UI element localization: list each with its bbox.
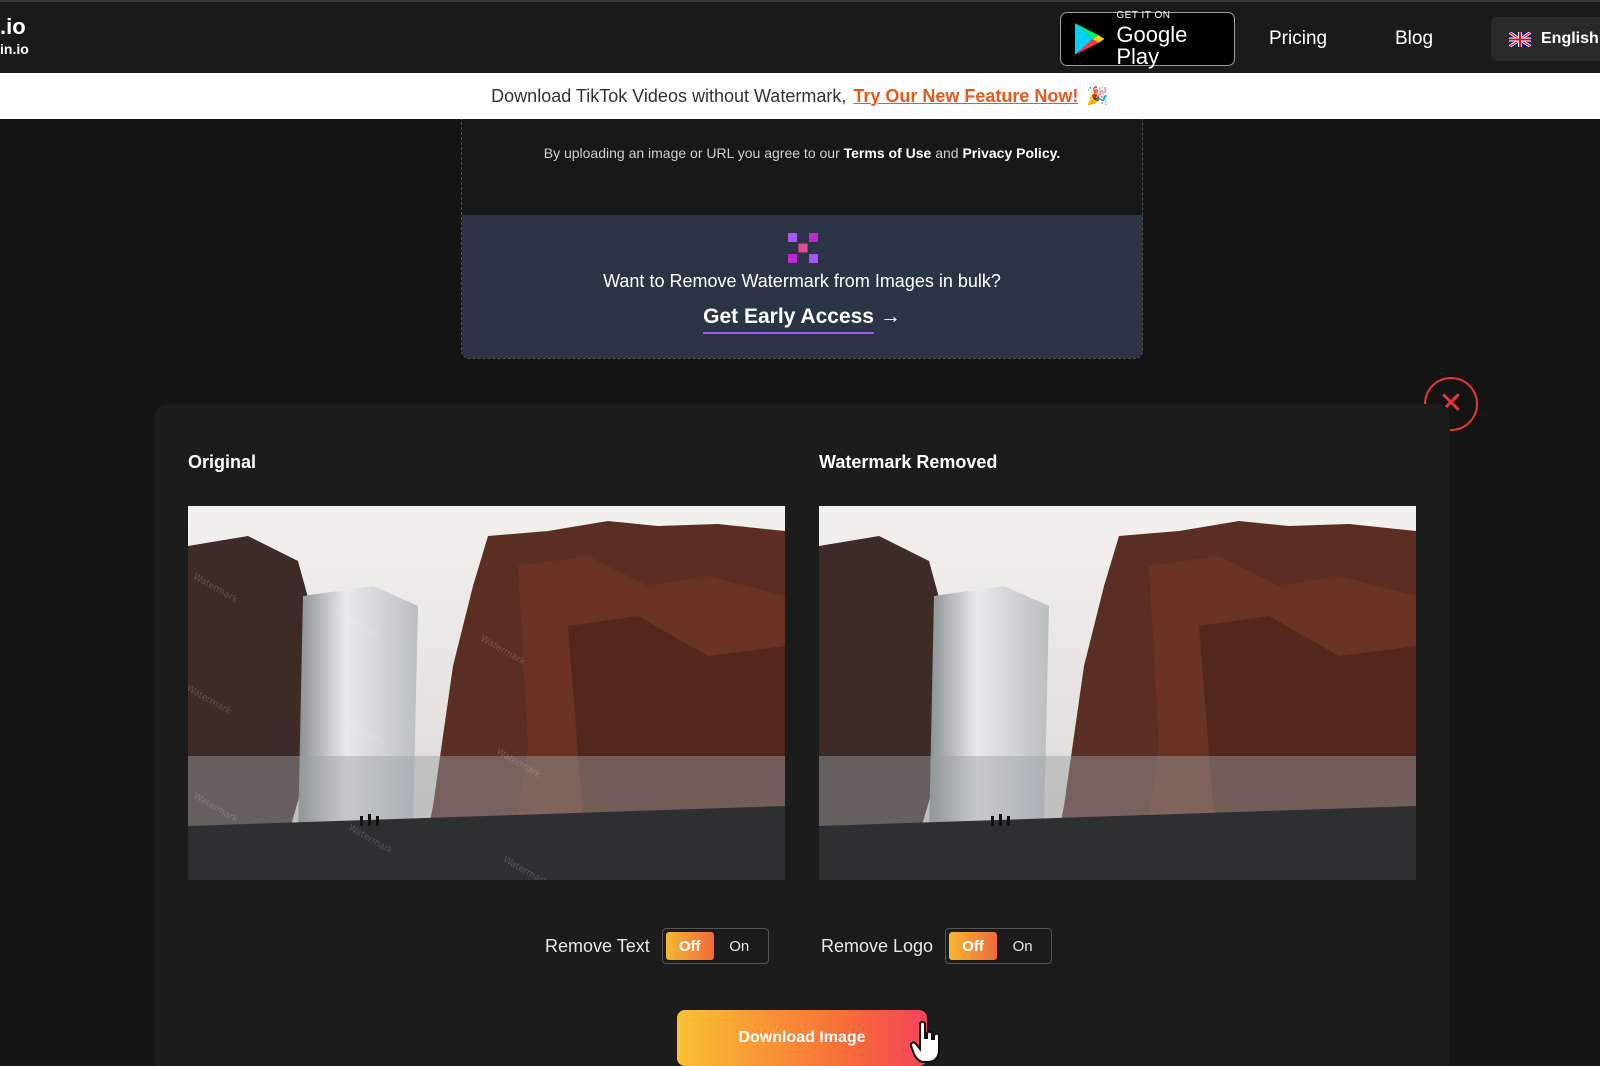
terms-of-use-link[interactable]: Terms of Use xyxy=(844,145,932,161)
logo-line-2: in.io xyxy=(0,41,29,57)
uk-flag-icon xyxy=(1509,31,1531,47)
banner-feature-link[interactable]: Try Our New Feature Now! xyxy=(853,86,1078,107)
logo-line-1: .io xyxy=(0,14,26,39)
remove-text-toggle[interactable]: Off On xyxy=(661,928,769,964)
announcement-banner: Download TikTok Videos without Watermark… xyxy=(0,73,1600,119)
terms-prefix: By uploading an image or URL you agree t… xyxy=(543,145,840,161)
top-navbar: .io in.io GET IT ON Google Play Pricing … xyxy=(0,0,1600,73)
bulk-question: Want to Remove Watermark from Images in … xyxy=(603,271,1001,291)
watermark-removed-image xyxy=(819,506,1416,880)
terms-notice: By uploading an image or URL you agree t… xyxy=(462,145,1142,161)
language-selector[interactable]: English xyxy=(1491,17,1600,61)
language-label: English xyxy=(1541,30,1599,47)
remove-logo-toggle[interactable]: Off On xyxy=(945,928,1053,964)
original-image: Watermark Watermark Watermark Watermark … xyxy=(188,506,785,880)
result-panel: Original Watermark Removed Watermark Wat… xyxy=(155,404,1450,1066)
download-image-button[interactable]: Download Image xyxy=(677,1010,927,1066)
nav-blog-link[interactable]: Blog xyxy=(1395,28,1433,50)
google-play-badge[interactable]: GET IT ON Google Play xyxy=(1060,9,1235,69)
original-title: Original xyxy=(188,452,257,472)
get-early-access-link[interactable]: Get Early Access → xyxy=(462,305,1142,334)
bulk-promo: Want to Remove Watermark from Images in … xyxy=(462,215,1142,358)
remove-text-toggle-row: Remove Text Off On xyxy=(545,928,769,964)
remove-logo-on[interactable]: On xyxy=(997,938,1048,955)
remove-text-label: Remove Text xyxy=(545,935,650,956)
nav-pricing-link[interactable]: Pricing xyxy=(1269,28,1327,50)
arrow-right-icon: → xyxy=(879,305,901,328)
remove-text-on[interactable]: On xyxy=(714,938,765,955)
gplay-big-text: Google Play xyxy=(1116,21,1188,69)
banner-text: Download TikTok Videos without Watermark… xyxy=(491,85,847,106)
site-logo[interactable]: .io in.io xyxy=(0,14,29,57)
upload-card: By uploading an image or URL you agree t… xyxy=(461,119,1143,359)
early-access-label: Get Early Access xyxy=(703,305,874,334)
remove-text-off[interactable]: Off xyxy=(665,932,714,960)
terms-and: and xyxy=(935,145,959,161)
party-popper-icon: 🎉 xyxy=(1086,85,1109,106)
remove-logo-toggle-row: Remove Logo Off On xyxy=(821,928,1053,964)
privacy-policy-link[interactable]: Privacy Policy. xyxy=(962,145,1060,161)
remove-logo-off[interactable]: Off xyxy=(949,932,998,960)
bulk-grid-icon xyxy=(788,233,818,263)
removed-title: Watermark Removed xyxy=(819,452,998,472)
google-play-icon xyxy=(1074,23,1105,55)
gplay-small-text: GET IT ON xyxy=(1116,9,1171,21)
hand-cursor-icon xyxy=(910,1020,940,1063)
remove-logo-label: Remove Logo xyxy=(821,935,934,956)
